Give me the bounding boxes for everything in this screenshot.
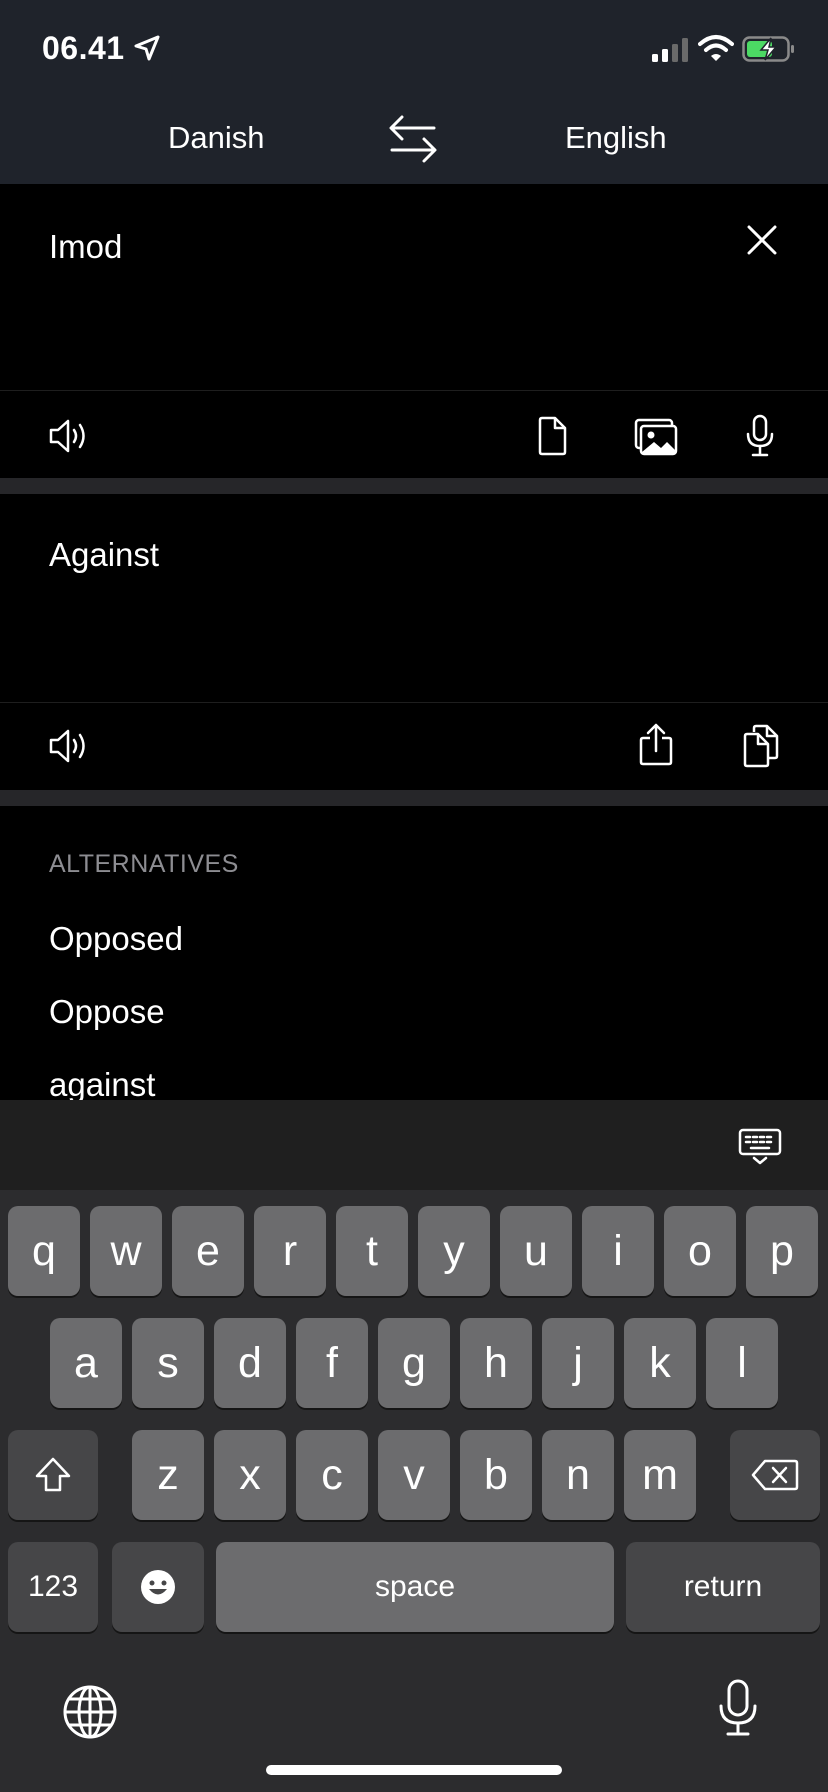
key-v[interactable]: v: [378, 1430, 450, 1520]
source-language-button[interactable]: Danish: [168, 120, 265, 156]
key-a[interactable]: a: [50, 1318, 122, 1408]
dismiss-keyboard-icon[interactable]: [738, 1128, 782, 1166]
speaker-icon[interactable]: [48, 416, 90, 456]
alternatives-header: ALTERNATIVES: [49, 850, 239, 878]
key-d[interactable]: d: [214, 1318, 286, 1408]
section-gap: [0, 478, 828, 494]
swap-languages-icon[interactable]: [388, 112, 438, 166]
battery-charging-icon: [742, 36, 794, 62]
copy-icon[interactable]: [742, 724, 780, 768]
key-u[interactable]: u: [500, 1206, 572, 1296]
target-language-button[interactable]: English: [565, 120, 667, 156]
key-y[interactable]: y: [418, 1206, 490, 1296]
share-icon[interactable]: [638, 722, 674, 768]
alternative-item[interactable]: Opposed: [49, 920, 183, 958]
key-r[interactable]: r: [254, 1206, 326, 1296]
cellular-signal-icon: [652, 38, 688, 62]
translation-text: Against: [49, 536, 160, 573]
key-b[interactable]: b: [460, 1430, 532, 1520]
key-t[interactable]: t: [336, 1206, 408, 1296]
key-h[interactable]: h: [460, 1318, 532, 1408]
divider: [0, 390, 828, 391]
backspace-key[interactable]: [730, 1430, 820, 1520]
speaker-icon[interactable]: [48, 726, 90, 766]
space-key[interactable]: space: [216, 1542, 614, 1632]
divider: [0, 702, 828, 703]
photo-gallery-icon[interactable]: [634, 418, 678, 456]
shift-key[interactable]: [8, 1430, 98, 1520]
status-time: 06.41: [42, 30, 125, 66]
keyboard-toolbar: [0, 1100, 828, 1190]
key-z[interactable]: z: [132, 1430, 204, 1520]
emoji-icon: [141, 1570, 175, 1604]
key-k[interactable]: k: [624, 1318, 696, 1408]
key-e[interactable]: e: [172, 1206, 244, 1296]
clear-icon[interactable]: [744, 222, 780, 258]
home-indicator: [266, 1765, 562, 1775]
translation-panel: Against: [0, 494, 828, 790]
wifi-icon: [698, 35, 734, 61]
dictation-microphone-icon[interactable]: [716, 1678, 760, 1738]
key-x[interactable]: x: [214, 1430, 286, 1520]
emoji-key[interactable]: [112, 1542, 204, 1632]
return-key[interactable]: return: [626, 1542, 820, 1632]
key-s[interactable]: s: [132, 1318, 204, 1408]
alternatives-panel: ALTERNATIVES Opposed Oppose against: [0, 806, 828, 1103]
key-o[interactable]: o: [664, 1206, 736, 1296]
shift-icon: [35, 1457, 71, 1492]
key-w[interactable]: w: [90, 1206, 162, 1296]
source-text-input[interactable]: Imod: [49, 228, 122, 266]
key-f[interactable]: f: [296, 1318, 368, 1408]
alternative-item[interactable]: against: [49, 1066, 155, 1104]
globe-icon[interactable]: [62, 1684, 118, 1740]
key-n[interactable]: n: [542, 1430, 614, 1520]
app-header: 06.41 Danish English: [0, 0, 828, 184]
backspace-icon: [751, 1459, 799, 1491]
keyboard: q w e r t y u i o p a s d f g h j k l z …: [0, 1190, 828, 1792]
key-g[interactable]: g: [378, 1318, 450, 1408]
key-l[interactable]: l: [706, 1318, 778, 1408]
key-j[interactable]: j: [542, 1318, 614, 1408]
section-gap: [0, 790, 828, 806]
numbers-key[interactable]: 123: [8, 1542, 98, 1632]
key-p[interactable]: p: [746, 1206, 818, 1296]
source-panel: Imod: [0, 184, 828, 478]
location-arrow-icon: [134, 35, 160, 61]
key-q[interactable]: q: [8, 1206, 80, 1296]
key-m[interactable]: m: [624, 1430, 696, 1520]
microphone-icon[interactable]: [744, 414, 776, 458]
key-c[interactable]: c: [296, 1430, 368, 1520]
alternative-item[interactable]: Oppose: [49, 993, 165, 1031]
document-icon[interactable]: [536, 416, 568, 456]
key-i[interactable]: i: [582, 1206, 654, 1296]
